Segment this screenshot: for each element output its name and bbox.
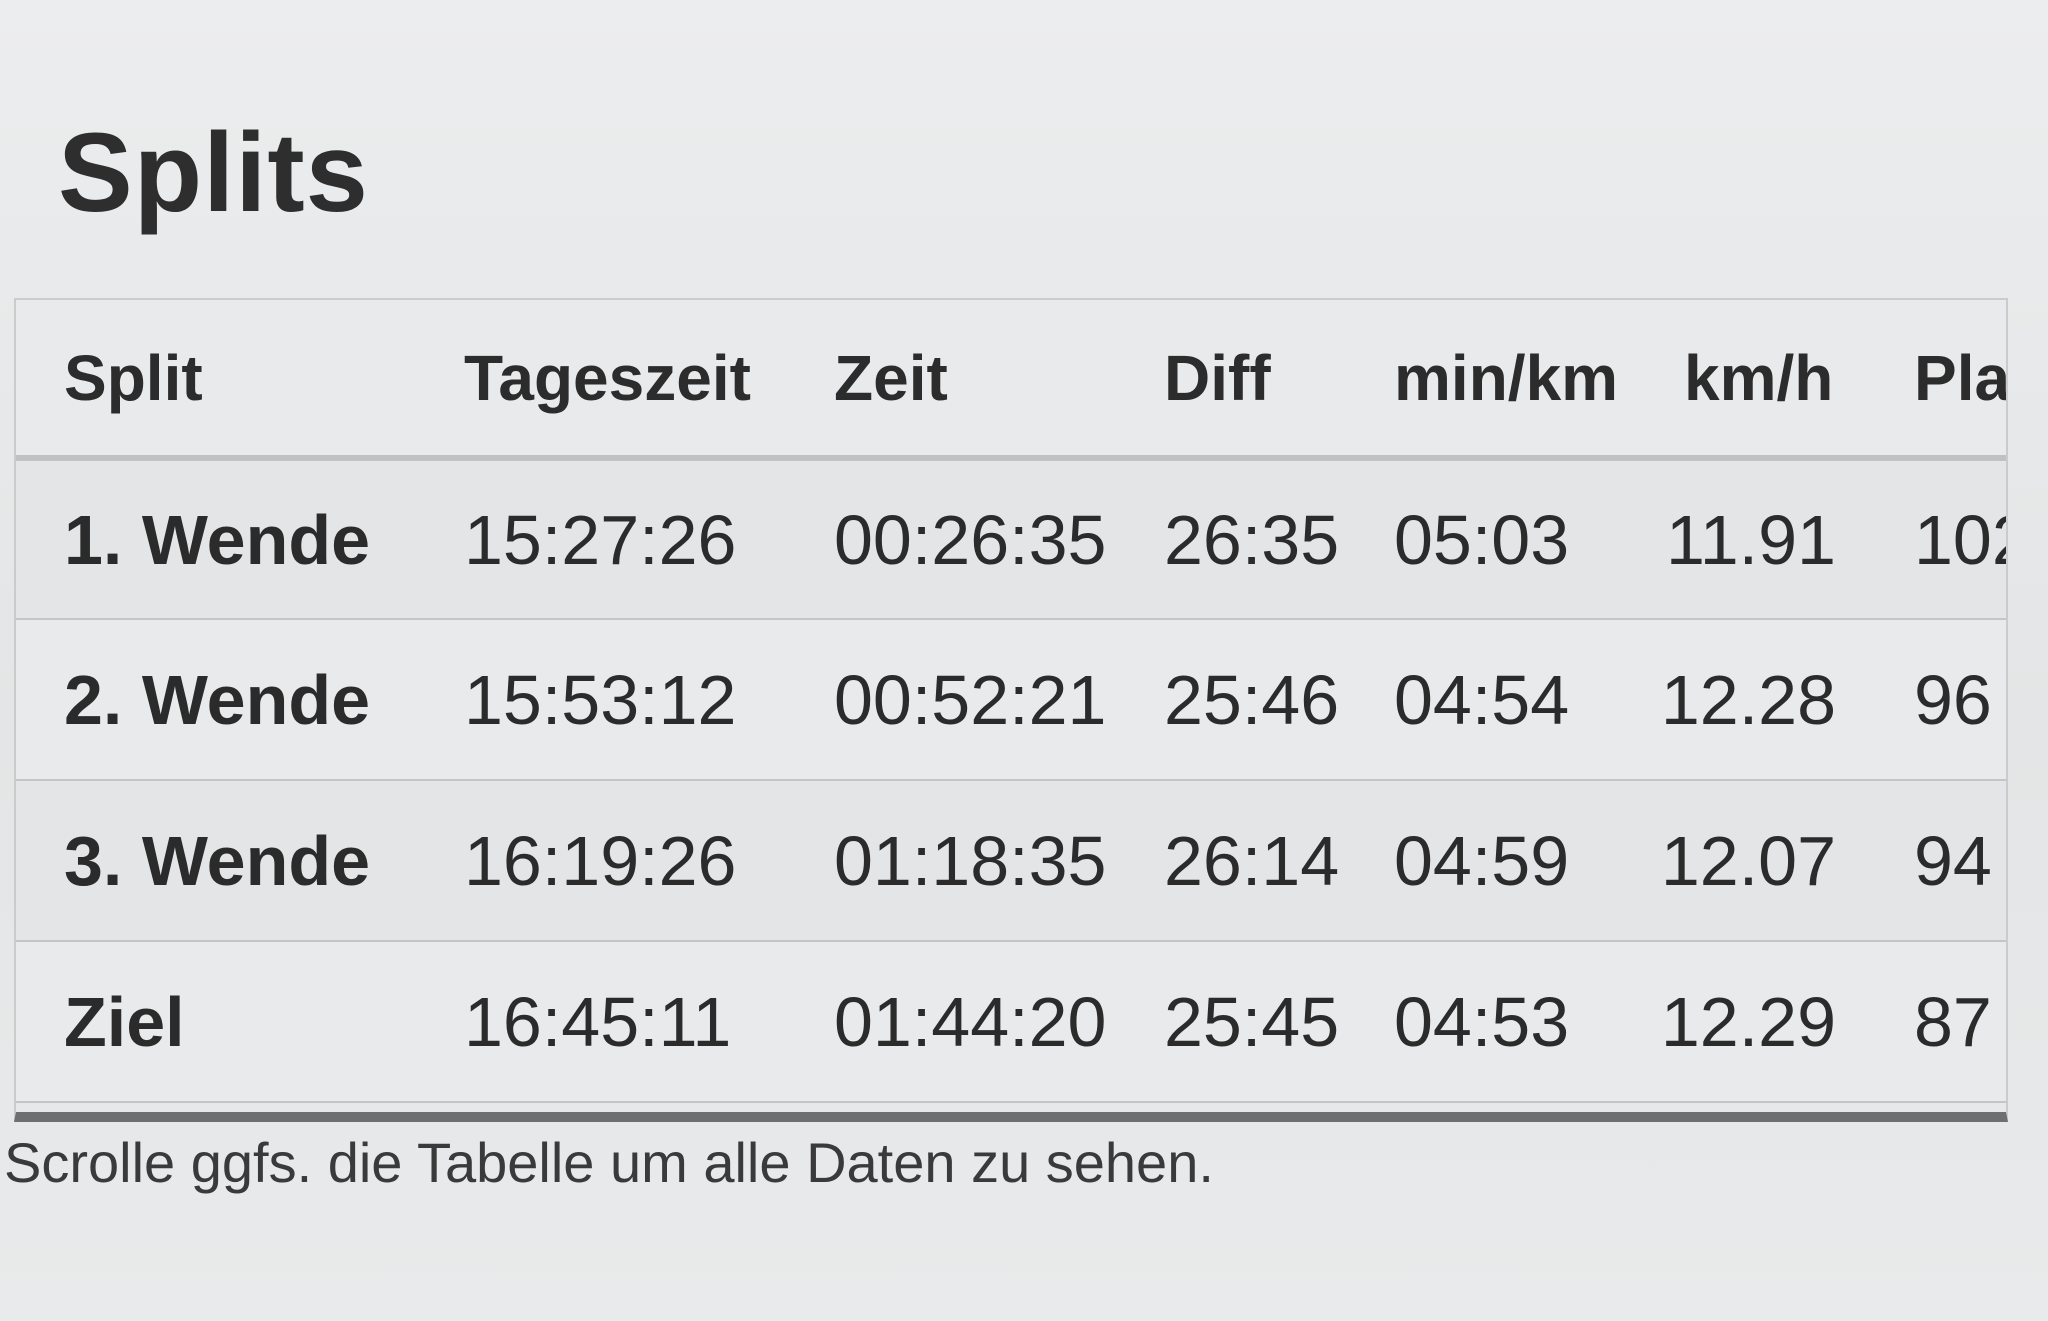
cell-platz: 96 xyxy=(1914,660,1992,739)
table-row: Ziel 16:45:11 01:44:20 25:45 04:53 12.29… xyxy=(16,941,2006,1102)
cell-tageszeit: 16:19:26 xyxy=(464,821,737,900)
cell-zeit: 00:52:21 xyxy=(834,660,1107,739)
column-header-platz: Plat xyxy=(1866,300,2006,461)
cell-zeit: 01:18:35 xyxy=(834,821,1107,900)
cell-diff: 26:35 xyxy=(1164,500,1340,579)
cell-km-per-h: 12.07 xyxy=(1660,821,1836,900)
cell-zeit: 01:44:20 xyxy=(834,982,1107,1061)
cell-diff: 25:46 xyxy=(1164,660,1340,739)
table-row: 3. Wende 16:19:26 01:18:35 26:14 04:59 1… xyxy=(16,780,2006,941)
cell-min-per-km: 05:03 xyxy=(1394,500,1570,579)
column-header-diff: Diff xyxy=(1116,300,1346,461)
cell-diff: 25:45 xyxy=(1164,982,1340,1061)
cell-tageszeit: 16:45:11 xyxy=(464,982,732,1061)
cell-km-per-h: 11.91 xyxy=(1666,500,1836,579)
splits-table: Split Tageszeit Zeit Diff min/km km/h Pl… xyxy=(16,300,2006,1103)
column-header-zeit: Zeit xyxy=(786,300,1116,461)
column-header-min-per-km: min/km xyxy=(1346,300,1636,461)
cell-split: 2. Wende xyxy=(64,660,371,739)
cell-min-per-km: 04:53 xyxy=(1394,982,1570,1061)
cell-diff: 26:14 xyxy=(1164,821,1340,900)
splits-page: Splits Split Tageszeit Zeit Diff min/km xyxy=(0,0,2048,1321)
column-header-split: Split xyxy=(16,300,416,461)
cell-split: 3. Wende xyxy=(64,821,371,900)
table-header-row: Split Tageszeit Zeit Diff min/km km/h Pl… xyxy=(16,300,2006,461)
table-row: 2. Wende 15:53:12 00:52:21 25:46 04:54 1… xyxy=(16,619,2006,780)
column-header-km-per-h: km/h xyxy=(1636,300,1866,461)
cell-platz: 102 xyxy=(1914,500,2006,579)
cell-tageszeit: 15:27:26 xyxy=(464,500,737,579)
column-header-tageszeit: Tageszeit xyxy=(416,300,786,461)
cell-split: Ziel xyxy=(64,982,185,1061)
cell-min-per-km: 04:54 xyxy=(1394,660,1570,739)
scroll-hint-text: Scrolle ggfs. die Tabelle um alle Daten … xyxy=(4,1131,1214,1194)
cell-tageszeit: 15:53:12 xyxy=(464,660,737,739)
cell-km-per-h: 12.28 xyxy=(1660,660,1836,739)
cell-zeit: 00:26:35 xyxy=(834,500,1107,579)
table-row: 1. Wende 15:27:26 00:26:35 26:35 05:03 1… xyxy=(16,458,2006,619)
splits-table-scroll-container[interactable]: Split Tageszeit Zeit Diff min/km km/h Pl… xyxy=(14,298,2008,1122)
cell-platz: 87 xyxy=(1914,982,1992,1061)
cell-split: 1. Wende xyxy=(64,500,371,579)
cell-km-per-h: 12.29 xyxy=(1660,982,1836,1061)
page-title: Splits xyxy=(58,110,369,235)
cell-platz: 94 xyxy=(1914,821,1992,900)
cell-min-per-km: 04:59 xyxy=(1394,821,1570,900)
